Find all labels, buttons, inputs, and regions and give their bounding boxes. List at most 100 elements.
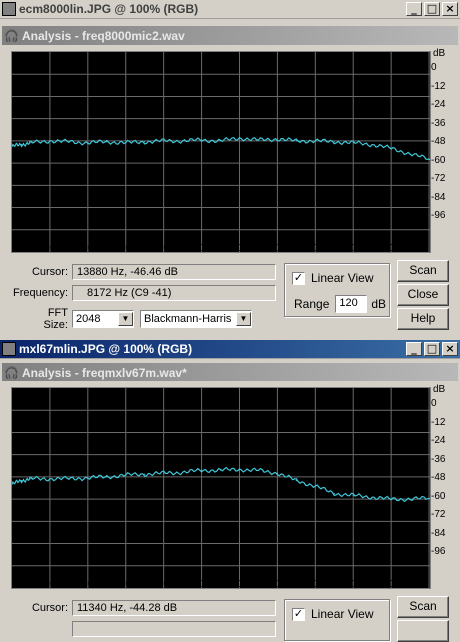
y-tick-label: -60 <box>431 154 446 166</box>
window-function-select[interactable]: Blackmann-Harris ▼ <box>140 310 252 328</box>
x-tick-label: 2000 <box>38 579 62 590</box>
spectrum-plot[interactable] <box>11 387 431 589</box>
spectrum-point <box>125 142 127 144</box>
x-tick-label: 20000 <box>377 579 406 590</box>
cursor-label: Cursor: <box>31 266 68 278</box>
linear-view-label[interactable]: Linear View <box>311 607 373 621</box>
x-unit-label: Hz <box>11 579 25 590</box>
spectrum-point <box>49 478 51 480</box>
linear-view-checkbox[interactable]: ✓ <box>292 607 305 621</box>
spectrum-point <box>219 140 222 142</box>
analysis-panel: dB 0 -12 -24 -36 -48 -60 -72 -84 -96 Hz 2000 4000 60… <box>2 45 458 340</box>
range-input[interactable]: 120 <box>335 295 368 313</box>
minimize-icon[interactable]: _ <box>406 2 422 16</box>
spectrum-plot[interactable] <box>11 51 431 253</box>
spectrum-point <box>257 139 260 141</box>
cursor-readout: 13880 Hz, -46.46 dB <box>72 264 276 280</box>
frequency-readout: 8172 Hz (C9 -41) <box>72 285 276 301</box>
spectrum-point <box>163 472 165 474</box>
spectrum-point <box>314 485 316 487</box>
dropdown-arrow-icon[interactable]: ▼ <box>236 312 251 326</box>
cursor-label: Cursor: <box>31 602 68 614</box>
spectrum-point <box>276 138 278 140</box>
spectrum-point <box>163 140 165 142</box>
spectrum-point <box>352 494 354 497</box>
outer-title-text: mxl67mlin.JPG @ 100% (RGB) <box>19 342 193 356</box>
y-tick-label: -36 <box>431 117 446 129</box>
x-tick-label: 12000 <box>225 579 254 590</box>
x-tick-label: 8000 <box>152 579 175 590</box>
analysis-titlebar[interactable]: 🎧 Analysis - freq8000mic2.wav <box>2 26 458 45</box>
y-tick-label: -36 <box>431 453 446 465</box>
minimize-icon[interactable]: _ <box>406 342 422 356</box>
outer-titlebar[interactable]: ecm8000lin.JPG @ 100% (RGB) _ □ × <box>0 0 460 19</box>
spectrum-point <box>68 478 70 480</box>
spectrum-point <box>409 498 411 500</box>
spectrum-point <box>144 141 146 143</box>
x-tick-label: 20000 <box>377 243 406 254</box>
x-tick-label: 14000 <box>263 243 292 254</box>
y-tick-label: -12 <box>431 416 446 428</box>
spectrum-point <box>257 469 260 472</box>
spectrum-point <box>20 479 23 482</box>
x-tick-label: 10000 <box>187 243 216 254</box>
spectrum-point <box>371 496 373 498</box>
spectrum-point <box>390 498 392 500</box>
range-label: Range <box>294 297 330 311</box>
spectrum-point <box>30 142 32 144</box>
spectrum-point <box>333 492 335 495</box>
spectrum-point <box>106 476 108 478</box>
spectrum-point <box>200 139 203 141</box>
spectrum-point <box>49 140 51 142</box>
analysis-title-text: Analysis - freqmxlv67m.wav* <box>22 365 187 380</box>
maximize-icon[interactable]: □ <box>424 342 440 356</box>
spectrum-point <box>200 469 203 472</box>
y-tick-label: -84 <box>431 527 446 539</box>
scan-button[interactable]: Scan <box>397 260 449 282</box>
spectrum-point <box>238 137 241 139</box>
spectrum-trace <box>12 466 430 503</box>
fft-size-select[interactable]: 2048 ▼ <box>72 310 134 328</box>
spectrum-point <box>182 471 184 473</box>
spectrum-point <box>87 142 89 144</box>
x-tick-label: 18000 <box>339 579 368 590</box>
spectrum-point <box>295 479 297 482</box>
spectrum-point <box>352 142 354 144</box>
linear-view-label[interactable]: Linear View <box>311 271 373 285</box>
analysis-titlebar[interactable]: 🎧 Analysis - freqmxlv67m.wav* <box>2 363 458 382</box>
spectrum-point <box>219 469 222 471</box>
x-tick-label: 10000 <box>187 579 216 590</box>
fft-size-value: 2048 <box>76 313 101 325</box>
spectrum-point <box>20 143 23 146</box>
close-icon[interactable]: × <box>442 2 458 16</box>
spectrum-chart <box>12 388 430 588</box>
y-tick-label: 0 <box>431 398 437 409</box>
frequency-readout-partial <box>72 621 276 637</box>
close-button-partial[interactable] <box>397 620 449 642</box>
spectrum-point <box>144 473 146 475</box>
x-tick-label: 6000 <box>114 579 137 590</box>
y-axis: dB 0 -12 -24 -36 -48 -60 -72 -84 -96 <box>431 48 455 258</box>
close-icon[interactable]: × <box>442 342 458 356</box>
spectrum-point <box>409 153 411 155</box>
x-tick-label: 4000 <box>76 579 99 590</box>
cursor-readout: 11340 Hz, -44.28 dB <box>72 600 276 616</box>
y-tick-label: -48 <box>431 136 446 147</box>
linear-view-checkbox[interactable]: ✓ <box>292 271 305 285</box>
x-tick-label: 2000 <box>38 243 62 254</box>
scan-button[interactable]: Scan <box>397 596 449 618</box>
x-tick-label: 6000 <box>114 243 137 254</box>
maximize-icon[interactable]: □ <box>424 2 440 16</box>
spectrum-point <box>295 140 297 142</box>
x-tick-label: 18000 <box>339 243 368 254</box>
dropdown-arrow-icon[interactable]: ▼ <box>118 312 133 326</box>
close-button[interactable]: Close <box>397 284 449 306</box>
spectrum-point <box>314 140 316 142</box>
x-tick-label: 16000 <box>301 243 330 254</box>
help-button[interactable]: Help <box>397 308 449 330</box>
x-tick-label: 12000 <box>225 243 254 254</box>
y-tick-label: -24 <box>431 435 446 446</box>
x-tick-label: 14000 <box>263 579 292 590</box>
outer-titlebar[interactable]: mxl67mlin.JPG @ 100% (RGB) _ □ × <box>0 340 460 359</box>
x-axis: Hz 2000 4000 6000 8000 10000 12000 14000 16000 18… <box>2 243 434 257</box>
